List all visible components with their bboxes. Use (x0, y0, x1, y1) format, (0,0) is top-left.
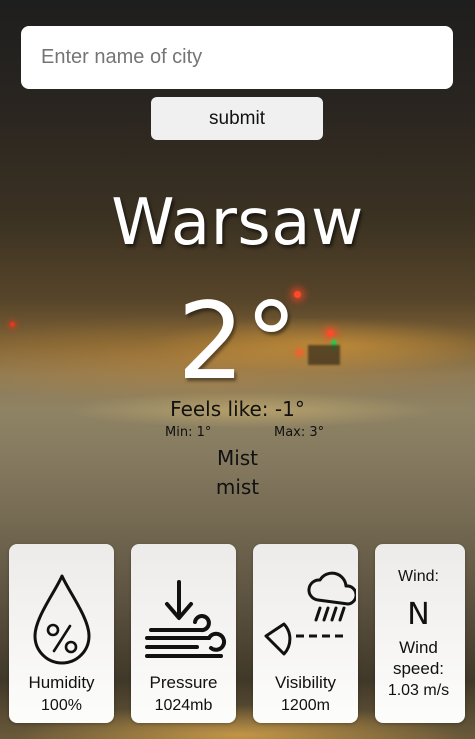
weather-description: mist (215, 475, 260, 499)
wind-speed-label-2: speed: (392, 659, 445, 678)
weather-app: submit Warsaw 2° Feels like: -1° Min: 1°… (0, 0, 475, 739)
wind-speed-value: 1.03 m/s (387, 682, 450, 699)
wind-label: Wind: (398, 568, 439, 585)
visibility-value: 1200m (281, 697, 330, 714)
pressure-label: Pressure (149, 673, 218, 692)
pressure-icon (131, 570, 236, 670)
pressure-card: Pressure 1024mb (131, 544, 236, 723)
city-search-input[interactable] (21, 26, 453, 89)
wind-direction: N (407, 597, 430, 632)
feels-like-temperature: Feels like: -1° (170, 397, 305, 421)
visibility-icon (253, 570, 358, 670)
min-temperature: Min: 1° (165, 425, 212, 440)
humidity-drop-icon (9, 570, 114, 670)
wind-speed-label: Wind (399, 638, 438, 657)
weather-condition: Mist (216, 446, 259, 470)
wind-card: Wind: N Wind speed: 1.03 m/s (375, 544, 465, 723)
visibility-label: Visibility (274, 673, 337, 692)
humidity-value: 100% (41, 697, 82, 714)
humidity-card: Humidity 100% (9, 544, 114, 723)
humidity-label: Humidity (28, 673, 95, 692)
visibility-card: Visibility 1200m (253, 544, 358, 723)
pressure-value: 1024mb (154, 697, 213, 714)
city-name: Warsaw (111, 186, 364, 260)
submit-button[interactable]: submit (151, 97, 323, 140)
max-temperature: Max: 3° (274, 425, 325, 440)
current-temperature: 2° (177, 280, 298, 403)
